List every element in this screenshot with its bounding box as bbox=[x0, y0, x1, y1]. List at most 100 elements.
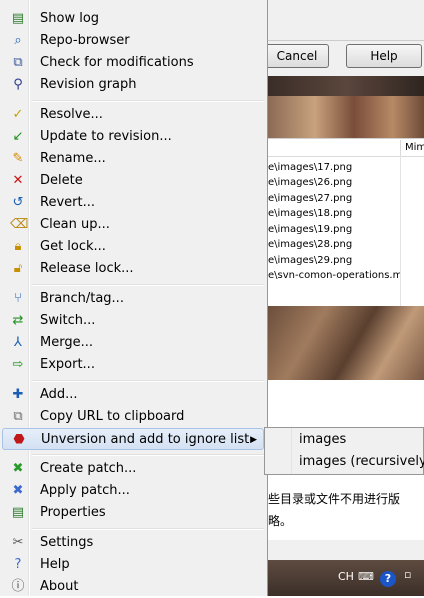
menu-item-clean-up[interactable]: ⌫ Clean up... bbox=[2, 214, 264, 236]
lock-icon: 🔒︎ bbox=[14, 239, 22, 254]
menu-separator bbox=[32, 100, 264, 102]
switch-icon: ⇄ bbox=[12, 313, 24, 328]
menu-item-label: Clean up... bbox=[40, 217, 110, 232]
settings-icon: ✂ bbox=[12, 535, 24, 550]
menu-item-rename[interactable]: ✎ Rename... bbox=[2, 148, 264, 170]
menu-item-merge[interactable]: ⅄ Merge... bbox=[2, 332, 264, 354]
background-photo-top bbox=[268, 96, 424, 138]
menu-item-about[interactable]: ⓘ About bbox=[2, 576, 264, 598]
menu-item-unversion-ignore[interactable]: ⬣ Unversion and add to ignore list ▶ bbox=[2, 428, 264, 450]
ignore-submenu: images images (recursively) bbox=[264, 427, 424, 475]
menu-item-label: Switch... bbox=[40, 313, 96, 328]
menu-separator bbox=[32, 380, 264, 382]
menu-item-label: Unversion and add to ignore list bbox=[41, 432, 250, 447]
menu-item-label: Help bbox=[40, 557, 70, 572]
menu-item-properties[interactable]: ▤ Properties bbox=[2, 502, 264, 524]
menu-item-label: Delete bbox=[40, 173, 83, 188]
column-divider bbox=[400, 156, 401, 306]
menu-item-switch[interactable]: ⇄ Switch... bbox=[2, 310, 264, 332]
submenu-item-label: images (recursively) bbox=[299, 454, 424, 469]
menu-item-label: Release lock... bbox=[40, 261, 134, 276]
revision-graph-icon: ⚲ bbox=[13, 77, 23, 92]
file-row[interactable]: e\images\26.png bbox=[268, 175, 400, 190]
menu-item-apply-patch[interactable]: ✖ Apply patch... bbox=[2, 480, 264, 502]
menu-item-label: Repo-browser bbox=[40, 33, 130, 48]
file-row[interactable]: e\svn-comon-operations.md bbox=[268, 268, 400, 283]
language-indicator[interactable]: CH bbox=[338, 570, 354, 583]
unlock-icon: 🔓︎ bbox=[13, 261, 23, 276]
dialog-button-area bbox=[268, 0, 424, 41]
menu-item-label: Add... bbox=[40, 387, 78, 402]
file-row[interactable]: e\images\29.png bbox=[268, 253, 400, 268]
merge-icon: ⅄ bbox=[14, 335, 22, 350]
create-patch-icon: ✖ bbox=[12, 461, 24, 476]
menu-item-copy-url[interactable]: ⧉ Copy URL to clipboard bbox=[2, 406, 264, 428]
submenu-item-images[interactable]: images bbox=[267, 429, 421, 451]
menu-item-settings[interactable]: ✂ Settings bbox=[2, 532, 264, 554]
menu-item-label: Properties bbox=[40, 505, 106, 520]
file-row[interactable]: e\images\18.png bbox=[268, 206, 400, 221]
resolve-icon: ✓ bbox=[12, 107, 24, 122]
menu-item-revert[interactable]: ↺ Revert... bbox=[2, 192, 264, 214]
check-modifications-icon: ⧉ bbox=[13, 55, 23, 70]
menu-item-label: Export... bbox=[40, 357, 95, 372]
log-icon: ▤ bbox=[11, 11, 25, 26]
background-photo-bottom bbox=[268, 306, 424, 380]
keyboard-icon[interactable]: ⌨ bbox=[358, 570, 374, 583]
tray-help-icon[interactable]: ? bbox=[380, 571, 396, 587]
delete-icon: ✕ bbox=[12, 173, 24, 188]
menu-item-label: Merge... bbox=[40, 335, 93, 350]
column-header-mime[interactable]: Mim bbox=[400, 140, 424, 156]
menu-item-label: Show log bbox=[40, 11, 100, 26]
file-row[interactable]: e\images\17.png bbox=[268, 160, 400, 175]
cancel-button[interactable]: Cancel bbox=[265, 44, 329, 68]
menu-item-label: Revert... bbox=[40, 195, 95, 210]
apply-patch-icon: ✖ bbox=[12, 483, 24, 498]
menu-item-label: Check for modifications bbox=[40, 55, 194, 70]
file-list-header: Mim bbox=[268, 140, 424, 157]
menu-item-label: Branch/tag... bbox=[40, 291, 124, 306]
menu-item-revision-graph[interactable]: ⚲ Revision graph bbox=[2, 74, 264, 96]
branch-icon: ⑂ bbox=[14, 291, 22, 306]
menu-item-help[interactable]: ? Help bbox=[2, 554, 264, 576]
about-icon: ⓘ bbox=[11, 579, 25, 594]
properties-icon: ▤ bbox=[11, 505, 25, 520]
menu-item-label: Update to revision... bbox=[40, 129, 172, 144]
help-button[interactable]: Help bbox=[346, 44, 422, 68]
menu-item-create-patch[interactable]: ✖ Create patch... bbox=[2, 458, 264, 480]
menu-item-delete[interactable]: ✕ Delete bbox=[2, 170, 264, 192]
menu-separator bbox=[32, 454, 264, 456]
menu-item-repo-browser[interactable]: ⌕ Repo-browser bbox=[2, 30, 264, 52]
menu-item-release-lock[interactable]: 🔓︎ Release lock... bbox=[2, 258, 264, 280]
menu-item-check-modifications[interactable]: ⧉ Check for modifications bbox=[2, 52, 264, 74]
menu-item-branch-tag[interactable]: ⑂ Branch/tag... bbox=[2, 288, 264, 310]
cleanup-icon: ⌫ bbox=[10, 217, 29, 232]
copy-icon: ⧉ bbox=[13, 409, 23, 424]
submenu-arrow-icon: ▶ bbox=[250, 435, 257, 445]
menu-item-label: Settings bbox=[40, 535, 94, 550]
menu-item-label: Rename... bbox=[40, 151, 106, 166]
menu-item-export[interactable]: ⇨ Export... bbox=[2, 354, 264, 376]
add-icon: ✚ bbox=[12, 387, 24, 402]
menu-item-label: Apply patch... bbox=[40, 483, 130, 498]
submenu-item-images-recursively[interactable]: images (recursively) bbox=[267, 451, 424, 473]
file-row[interactable]: e\images\19.png bbox=[268, 222, 400, 237]
rename-icon: ✎ bbox=[12, 151, 24, 166]
tray-window-icon[interactable]: ▫ bbox=[404, 568, 411, 581]
file-row[interactable]: e\images\27.png bbox=[268, 191, 400, 206]
menu-separator bbox=[32, 284, 264, 286]
menu-item-label: Copy URL to clipboard bbox=[40, 409, 185, 424]
menu-item-show-log[interactable]: ▤ Show log bbox=[2, 8, 264, 30]
file-row[interactable]: e\images\28.png bbox=[268, 237, 400, 252]
repo-browser-icon: ⌕ bbox=[14, 33, 22, 48]
background-text-line: 些目录或文件不用进行版 bbox=[268, 492, 401, 506]
submenu-item-label: images bbox=[299, 432, 347, 447]
menu-item-resolve[interactable]: ✓ Resolve... bbox=[2, 104, 264, 126]
export-icon: ⇨ bbox=[12, 357, 24, 372]
menu-item-get-lock[interactable]: 🔒︎ Get lock... bbox=[2, 236, 264, 258]
menu-item-add[interactable]: ✚ Add... bbox=[2, 384, 264, 406]
menu-item-label: Get lock... bbox=[40, 239, 106, 254]
menu-item-update-to-revision[interactable]: ↙ Update to revision... bbox=[2, 126, 264, 148]
menu-item-label: Revision graph bbox=[40, 77, 137, 92]
menu-item-label: Create patch... bbox=[40, 461, 137, 476]
